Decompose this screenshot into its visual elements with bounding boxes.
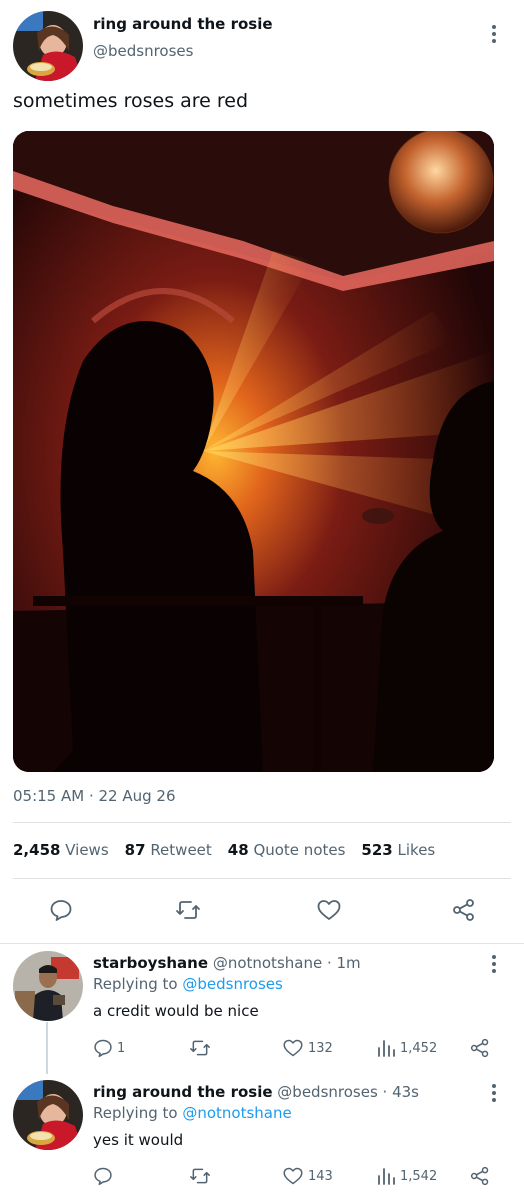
retweet-icon[interactable] [189, 1166, 211, 1186]
views-icon[interactable]: 1,542 [376, 1166, 437, 1186]
view-count: 1,542 [400, 1168, 438, 1184]
divider [13, 878, 511, 879]
thread-line [46, 1022, 48, 1074]
replying-to-link[interactable]: @bedsnroses [182, 975, 282, 993]
share-icon[interactable] [469, 1166, 491, 1186]
author-avatar[interactable] [13, 11, 83, 81]
more-icon[interactable] [484, 1081, 504, 1105]
retweet-icon[interactable] [189, 1038, 211, 1058]
reply-avatar[interactable] [13, 951, 83, 1021]
reply-author[interactable]: ring around the rosie @bedsnroses · 43s [93, 1083, 419, 1101]
share-icon[interactable] [451, 898, 477, 922]
replying-to: Replying to @notnotshane [93, 1104, 292, 1122]
divider [13, 822, 511, 823]
views-count: 2,458 [13, 841, 61, 859]
like-icon[interactable]: 143 [282, 1166, 333, 1186]
tweet-stats: 2,458 Views 87 Retweet 48 Quote notes 52… [13, 841, 435, 859]
reply-icon[interactable] [93, 1166, 117, 1186]
views-label: Views [65, 841, 109, 859]
author-handle[interactable]: @bedsnroses [93, 42, 193, 60]
replying-to: Replying to @bedsnroses [93, 975, 283, 993]
quote-count: 48 [227, 841, 249, 859]
more-icon[interactable] [484, 952, 504, 976]
reply-text: a credit would be nice [93, 1002, 259, 1020]
author-name[interactable]: ring around the rosie [93, 15, 273, 33]
reply-icon[interactable] [49, 898, 73, 922]
reply-handle-time: @notnotshane · 1m [212, 954, 361, 972]
retweet-label: Retweet [150, 841, 212, 859]
like-icon[interactable]: 132 [282, 1038, 333, 1058]
reply-author-name: ring around the rosie [93, 1083, 273, 1101]
replying-prefix: Replying to [93, 975, 178, 993]
tweet-timestamp[interactable]: 05:15 AM · 22 Aug 26 [13, 787, 176, 805]
like-icon[interactable] [316, 898, 342, 922]
likes-count: 523 [361, 841, 393, 859]
tweet-actions [0, 890, 524, 930]
quote-label: Quote notes [253, 841, 346, 859]
views-icon[interactable]: 1,452 [376, 1038, 437, 1058]
replying-to-link[interactable]: @notnotshane [182, 1104, 291, 1122]
like-count: 132 [308, 1040, 333, 1056]
share-icon[interactable] [469, 1038, 491, 1058]
retweet-count: 87 [124, 841, 146, 859]
quote-stat[interactable]: 48 Quote notes [228, 841, 346, 859]
reply-avatar[interactable] [13, 1080, 83, 1150]
view-count: 1,452 [400, 1040, 438, 1056]
tweet-text: sometimes roses are red [13, 90, 249, 112]
reply-author-name: starboyshane [93, 954, 209, 972]
views-stat[interactable]: 2,458 Views [13, 841, 109, 859]
likes-stat[interactable]: 523 Likes [361, 841, 435, 859]
reply-handle-time: @bedsnroses · 43s [277, 1083, 419, 1101]
reply-text: yes it would [93, 1131, 184, 1149]
reply-item[interactable]: ring around the rosie @bedsnroses · 43s … [0, 1074, 524, 1199]
likes-label: Likes [397, 841, 436, 859]
replying-prefix: Replying to [93, 1104, 178, 1122]
retweet-stat[interactable]: 87 Retweet [125, 841, 212, 859]
reply-author[interactable]: starboyshane @notnotshane · 1m [93, 954, 361, 972]
reply-icon[interactable]: 1 [93, 1038, 125, 1058]
reply-item[interactable]: starboyshane @notnotshane · 1m Replying … [0, 944, 524, 1074]
reply-count: 1 [117, 1040, 126, 1056]
tweet-photo[interactable] [13, 131, 494, 772]
retweet-icon[interactable] [175, 898, 201, 922]
more-icon[interactable] [484, 22, 504, 46]
like-count: 143 [308, 1168, 333, 1184]
